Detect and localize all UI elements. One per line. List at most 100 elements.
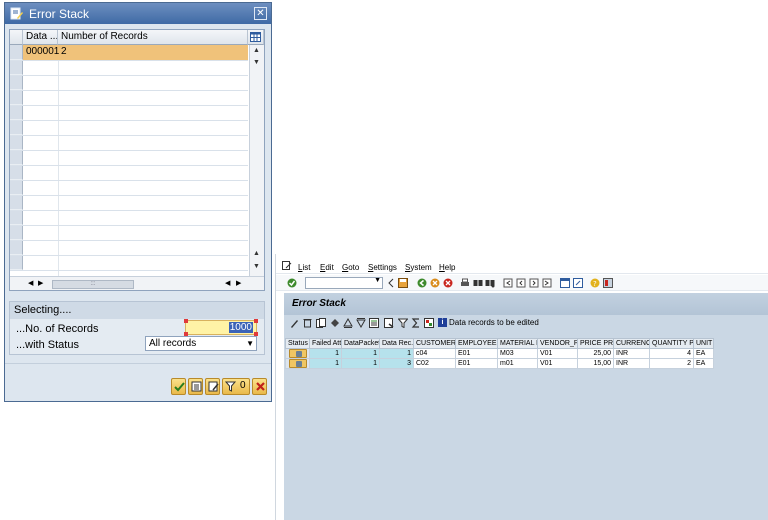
find-icon[interactable] — [369, 318, 379, 328]
find-next-icon[interactable] — [485, 278, 495, 288]
column-header[interactable]: CUSTOMER P — [413, 338, 456, 349]
table-cell[interactable]: 2 — [649, 358, 694, 369]
display-list-button[interactable] — [188, 378, 203, 395]
row-selector[interactable] — [10, 45, 23, 60]
row-selector[interactable] — [10, 135, 23, 150]
filter-icon[interactable] — [398, 318, 408, 328]
column-header[interactable]: PRICE PR1 — [577, 338, 614, 349]
scroll-up-icon[interactable]: ▲ — [253, 47, 260, 54]
sum-icon[interactable] — [411, 318, 421, 328]
grid-settings-button[interactable] — [248, 30, 264, 45]
last-page-icon[interactable] — [542, 278, 552, 288]
table-cell[interactable]: 25,00 — [577, 348, 614, 359]
layout-icon[interactable] — [424, 318, 434, 328]
column-header[interactable]: UNIT — [693, 338, 714, 349]
delete-icon[interactable] — [303, 318, 312, 328]
table-cell[interactable]: V01 — [537, 348, 578, 359]
window-menu-icon[interactable] — [282, 261, 292, 270]
collapse-icon[interactable] — [387, 278, 395, 288]
shortcut-icon[interactable] — [573, 278, 583, 288]
edit-record-icon[interactable] — [288, 359, 307, 368]
menu-system[interactable]: System — [405, 263, 432, 272]
status-select[interactable]: All records ▼ — [145, 336, 257, 351]
chevron-down-icon[interactable]: ▼ — [246, 337, 254, 350]
table-cell[interactable]: 3 — [379, 358, 414, 369]
confirm-button[interactable] — [171, 378, 186, 395]
column-header[interactable]: Data Rec. — [379, 338, 414, 349]
table-cell[interactable]: M03 — [497, 348, 538, 359]
scroll-left-icon[interactable]: ◀ — [225, 279, 230, 287]
scroll-page-down-icon[interactable]: ▼ — [253, 263, 260, 270]
table-cell[interactable]: C02 — [413, 358, 456, 369]
enter-icon[interactable] — [287, 278, 297, 288]
column-header[interactable]: CURRENCY — [613, 338, 650, 349]
command-field[interactable]: ▼ — [305, 277, 383, 289]
cancel-button[interactable] — [252, 378, 267, 395]
row-selector[interactable] — [10, 210, 23, 225]
column-header-data-package[interactable]: Data ... — [23, 30, 58, 45]
refresh-icon[interactable] — [330, 318, 340, 328]
table-cell[interactable]: c04 — [413, 348, 456, 359]
table-row[interactable]: 1 1 3 C02 E01 m01 V01 15,00 INR 2 EA — [285, 358, 714, 369]
table-cell[interactable]: V01 — [537, 358, 578, 369]
scroll-right-icon[interactable]: ▶ — [236, 279, 241, 287]
row-selector[interactable] — [10, 105, 23, 120]
table-cell[interactable]: INR — [613, 358, 650, 369]
chevron-down-icon[interactable]: ▼ — [374, 277, 381, 284]
column-header[interactable]: Status — [285, 338, 310, 349]
help-icon[interactable]: ? — [590, 278, 600, 288]
table-cell[interactable]: 1 — [341, 348, 380, 359]
details-icon[interactable] — [316, 318, 326, 328]
menu-settings[interactable]: Settings — [368, 263, 397, 272]
save-icon[interactable] — [398, 278, 408, 288]
status-cell[interactable] — [285, 358, 310, 369]
table-cell[interactable]: E01 — [455, 358, 498, 369]
table-cell[interactable]: EA — [693, 348, 714, 359]
row-selector[interactable] — [10, 150, 23, 165]
records-input[interactable]: 1000 — [185, 320, 257, 335]
row-selector[interactable] — [10, 180, 23, 195]
table-cell[interactable]: 15,00 — [577, 358, 614, 369]
print-preview-icon[interactable] — [384, 318, 394, 328]
scroll-page-up-icon[interactable]: ▲ — [253, 250, 260, 257]
scroll-thumb[interactable]: ::: — [52, 280, 134, 289]
table-cell[interactable]: 1 — [309, 358, 342, 369]
menu-goto[interactable]: Goto — [342, 263, 359, 272]
status-cell[interactable] — [285, 348, 310, 359]
column-header-number-of-records[interactable]: Number of Records — [58, 30, 248, 45]
row-selector[interactable] — [10, 255, 23, 270]
row-selector[interactable] — [10, 75, 23, 90]
edit-icon[interactable] — [290, 318, 299, 328]
table-row[interactable]: 1 1 1 c04 E01 M03 V01 25,00 INR 4 EA — [285, 348, 714, 359]
create-session-icon[interactable] — [560, 278, 570, 288]
table-cell[interactable]: 1 — [309, 348, 342, 359]
column-header[interactable]: EMPLOYEE P — [455, 338, 498, 349]
previous-page-icon[interactable] — [516, 278, 526, 288]
row-selector[interactable] — [10, 225, 23, 240]
column-header[interactable]: Failed Att — [309, 338, 342, 349]
sort-descending-icon[interactable] — [356, 318, 366, 328]
vertical-scrollbar[interactable]: ▲ ▼ ▲ ▼ — [249, 45, 264, 277]
dialog-titlebar[interactable]: Error Stack ✕ — [5, 3, 271, 24]
close-icon[interactable]: ✕ — [254, 7, 267, 20]
sort-ascending-icon[interactable] — [343, 318, 353, 328]
table-cell[interactable]: m01 — [497, 358, 538, 369]
column-header[interactable]: VENDOR_PR — [537, 338, 578, 349]
print-icon[interactable] — [460, 278, 470, 288]
back-icon[interactable] — [417, 278, 427, 288]
table-cell[interactable]: 1 — [379, 348, 414, 359]
edit-record-icon[interactable] — [288, 349, 307, 358]
table-cell[interactable]: E01 — [455, 348, 498, 359]
scroll-down-icon[interactable]: ▼ — [253, 59, 260, 66]
row-selector[interactable] — [10, 165, 23, 180]
column-header[interactable]: MATERIAL P — [497, 338, 538, 349]
menu-edit[interactable]: Edit — [320, 263, 334, 272]
filter-button[interactable]: 0 — [222, 378, 250, 395]
table-cell[interactable]: 1 — [341, 358, 380, 369]
table-cell[interactable]: EA — [693, 358, 714, 369]
scroll-right-icon[interactable]: ▶ — [38, 279, 43, 287]
first-page-icon[interactable] — [503, 278, 513, 288]
row-selector[interactable] — [10, 60, 23, 75]
row-selector[interactable] — [10, 240, 23, 255]
horizontal-scrollbar[interactable]: ◀ ▶ ::: ◀ ▶ — [10, 276, 264, 290]
